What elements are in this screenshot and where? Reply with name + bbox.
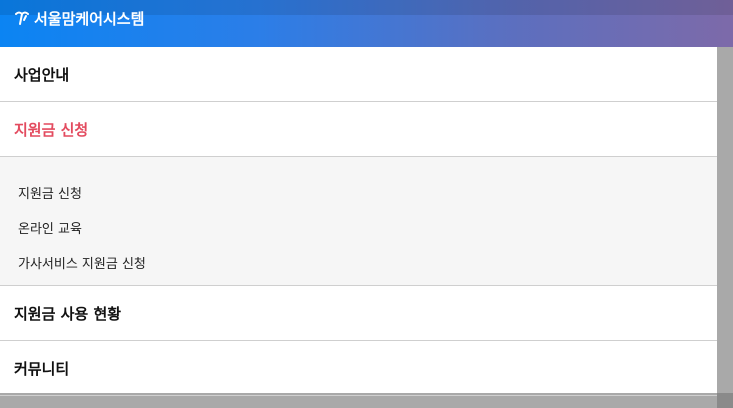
main-menu-panel: 사업안내 지원금 신청 지원금 신청 온라인 교육 가사서비스 지원금 신청 지… <box>0 47 717 396</box>
submenu-subsidy-apply: 지원금 신청 온라인 교육 가사서비스 지원금 신청 <box>0 157 717 286</box>
site-brand[interactable]: 서울맘케어시스템 <box>14 9 144 29</box>
submenu-item-label: 온라인 교육 <box>18 222 82 237</box>
menu-item-business-info[interactable]: 사업안내 <box>0 47 717 102</box>
brand-name: 서울맘케어시스템 <box>34 9 145 28</box>
right-overlay-shade <box>717 47 733 408</box>
menu-item-label: 커뮤니티 <box>14 359 70 378</box>
submenu-item-label: 가사서비스 지원금 신청 <box>18 257 146 272</box>
seoul-mom-care-logo-icon <box>14 10 30 26</box>
submenu-item-subsidy-apply[interactable]: 지원금 신청 <box>0 175 717 210</box>
menu-item-subsidy-usage[interactable]: 지원금 사용 현황 <box>0 286 717 341</box>
menu-item-label: 사업안내 <box>14 65 70 84</box>
menu-item-label: 지원금 신청 <box>14 120 89 139</box>
submenu-item-label: 지원금 신청 <box>18 187 82 202</box>
submenu-item-housekeeping-subsidy[interactable]: 가사서비스 지원금 신청 <box>0 245 717 280</box>
menu-item-label: 지원금 사용 현황 <box>14 304 122 323</box>
menu-item-subsidy-apply[interactable]: 지원금 신청 <box>0 102 717 157</box>
menu-item-community[interactable]: 커뮤니티 <box>0 341 717 396</box>
submenu-item-online-education[interactable]: 온라인 교육 <box>0 210 717 245</box>
